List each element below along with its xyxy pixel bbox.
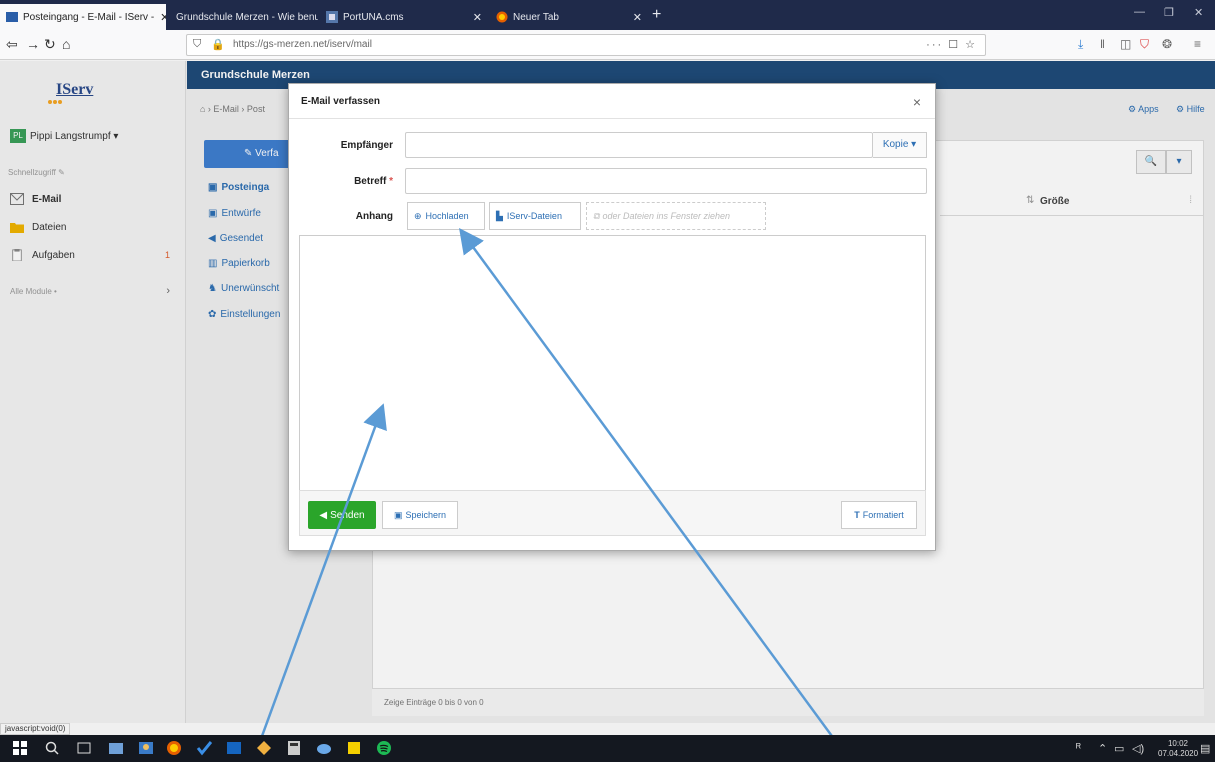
people-icon[interactable] bbox=[138, 740, 154, 756]
upload-label: Hochladen bbox=[425, 211, 469, 221]
outlook-icon[interactable] bbox=[226, 740, 242, 756]
close-icon[interactable]: × bbox=[913, 94, 921, 110]
browser-tabbar: Posteingang - E-Mail - IServ - ✕ Grundsc… bbox=[0, 0, 1215, 30]
status-link: javascript:void(0) bbox=[0, 723, 71, 735]
sticky-notes-icon[interactable] bbox=[346, 740, 362, 756]
search-icon[interactable] bbox=[44, 740, 60, 756]
browser-tab-portuna[interactable]: PortUNA.cms ✕ bbox=[320, 4, 488, 30]
tab-close-icon[interactable]: ✕ bbox=[154, 11, 166, 24]
back-icon[interactable]: ⇦ bbox=[6, 36, 18, 52]
tab-close-icon[interactable]: ✕ bbox=[627, 11, 642, 24]
home-icon[interactable]: ⌂ bbox=[62, 36, 70, 52]
send-icon: ◀ bbox=[319, 509, 328, 521]
sidebar-toggle-icon[interactable]: ◫ bbox=[1120, 37, 1131, 51]
drop-zone-label: oder Dateien ins Fenster ziehen bbox=[602, 211, 731, 221]
copy-button[interactable]: Kopie ▾ bbox=[873, 132, 927, 158]
user-tray-icon[interactable]: ᴿ bbox=[1076, 742, 1081, 754]
volume-icon[interactable]: ◁) bbox=[1132, 742, 1144, 755]
format-label: Formatiert bbox=[862, 510, 904, 520]
window-close-icon[interactable]: ✕ bbox=[1194, 6, 1203, 19]
compose-dialog: E-Mail verfassen × Empfänger Kopie ▾ Bet… bbox=[288, 83, 936, 551]
upload-button[interactable]: ⊕ Hochladen bbox=[407, 202, 485, 230]
clock-time: 10:02 bbox=[1167, 739, 1189, 748]
divider bbox=[289, 118, 935, 119]
chevron-up-icon[interactable]: ⌃ bbox=[1098, 742, 1107, 755]
format-icon: T bbox=[854, 510, 860, 520]
format-button[interactable]: T Formatiert bbox=[841, 501, 917, 529]
url-actions[interactable]: ··· ☐ ☆ bbox=[926, 38, 977, 51]
menu-icon[interactable]: ≡ bbox=[1194, 37, 1201, 51]
browser-navbar: ⇦ → ↻ ⌂ ⛉ 🔒 https://gs-merzen.net/iserv/… bbox=[0, 30, 1215, 60]
file-icon: ▙ bbox=[496, 210, 503, 221]
tab-label: Neuer Tab bbox=[513, 11, 559, 23]
network-icon[interactable]: ▭ bbox=[1114, 742, 1124, 755]
subject-label: Betreff * bbox=[303, 176, 393, 187]
tab-label: Posteingang - E-Mail - IServ - bbox=[23, 11, 155, 23]
clock-date: 07.04.2020 bbox=[1158, 749, 1199, 758]
recipient-input[interactable] bbox=[405, 132, 873, 158]
save-icon: ▣ bbox=[393, 509, 403, 520]
save-label: Speichern bbox=[405, 510, 447, 520]
firefox-favicon-icon bbox=[496, 11, 508, 23]
reload-icon[interactable]: ↻ bbox=[44, 36, 56, 52]
attachment-label: Anhang bbox=[355, 211, 393, 222]
dialog-footer: ◀ Senden ▣ Speichern T Formatiert bbox=[299, 490, 926, 536]
url-bar[interactable]: ⛉ 🔒 https://gs-merzen.net/iserv/mail ···… bbox=[186, 34, 986, 56]
send-label: Senden bbox=[330, 509, 365, 521]
task-view-icon[interactable] bbox=[76, 740, 92, 756]
forward-icon[interactable]: → bbox=[26, 36, 40, 52]
subject-label-text: Betreff bbox=[354, 176, 387, 187]
browser-tab-posteingang[interactable]: Posteingang - E-Mail - IServ - ✕ bbox=[0, 4, 166, 30]
spotify-icon[interactable] bbox=[376, 740, 392, 756]
message-body-editor[interactable] bbox=[299, 235, 926, 491]
subject-input[interactable] bbox=[405, 168, 927, 194]
iserv-favicon-icon bbox=[6, 12, 18, 22]
tab-label: Grundschule Merzen - Wie benutze bbox=[176, 11, 318, 23]
library-icon[interactable]: ‖ bbox=[1100, 37, 1105, 51]
minimize-icon[interactable]: — bbox=[1134, 6, 1145, 18]
tab-label: PortUNA.cms bbox=[343, 11, 404, 23]
notifications-icon[interactable]: ▤ bbox=[1200, 742, 1210, 755]
iserv-files-label: IServ-Dateien bbox=[506, 211, 562, 221]
windows-start-icon[interactable] bbox=[12, 740, 28, 756]
new-tab-button[interactable]: + bbox=[652, 5, 661, 25]
extension-icon[interactable]: ❂ bbox=[1162, 37, 1172, 51]
restore-icon[interactable]: ❐ bbox=[1164, 6, 1174, 19]
taskbar: ᴿ ⌃ ▭ ◁) 10:02 07.04.2020 ▤ bbox=[0, 735, 1215, 762]
file-drop-zone[interactable]: ⧉ oder Dateien ins Fenster ziehen bbox=[586, 202, 766, 230]
app-icon[interactable] bbox=[256, 740, 272, 756]
required-marker: * bbox=[389, 176, 393, 187]
tab-close-icon[interactable]: ✕ bbox=[467, 11, 482, 24]
taskbar-clock[interactable]: 10:02 07.04.2020 bbox=[1158, 739, 1198, 759]
lock-icon: 🔒 bbox=[211, 39, 225, 51]
ublock-icon[interactable]: ⛉ bbox=[1140, 37, 1149, 52]
send-button[interactable]: ◀ Senden bbox=[308, 501, 376, 529]
paint-icon[interactable] bbox=[316, 740, 332, 756]
explorer-icon[interactable] bbox=[108, 740, 124, 756]
browser-tab-grundschule[interactable]: Grundschule Merzen - Wie benutze ✕ bbox=[170, 4, 318, 30]
upload-icon: ⊕ bbox=[414, 210, 422, 221]
download-icon[interactable]: ⤓ bbox=[1078, 37, 1083, 52]
firefox-icon[interactable] bbox=[166, 740, 182, 756]
dialog-title: E-Mail verfassen bbox=[301, 96, 380, 107]
iserv-files-button[interactable]: ▙ IServ-Dateien bbox=[489, 202, 581, 230]
url-text[interactable]: https://gs-merzen.net/iserv/mail bbox=[233, 39, 372, 50]
copy-icon: ⧉ bbox=[593, 210, 600, 221]
recipient-label: Empfänger bbox=[340, 140, 393, 151]
save-button[interactable]: ▣ Speichern bbox=[382, 501, 458, 529]
portuna-favicon-icon bbox=[326, 11, 338, 23]
shield-icon: ⛉ bbox=[193, 38, 202, 50]
checkmark-app-icon[interactable] bbox=[196, 740, 212, 756]
calculator-icon[interactable] bbox=[286, 740, 302, 756]
browser-tab-neuer-tab[interactable]: Neuer Tab ✕ bbox=[490, 4, 648, 30]
